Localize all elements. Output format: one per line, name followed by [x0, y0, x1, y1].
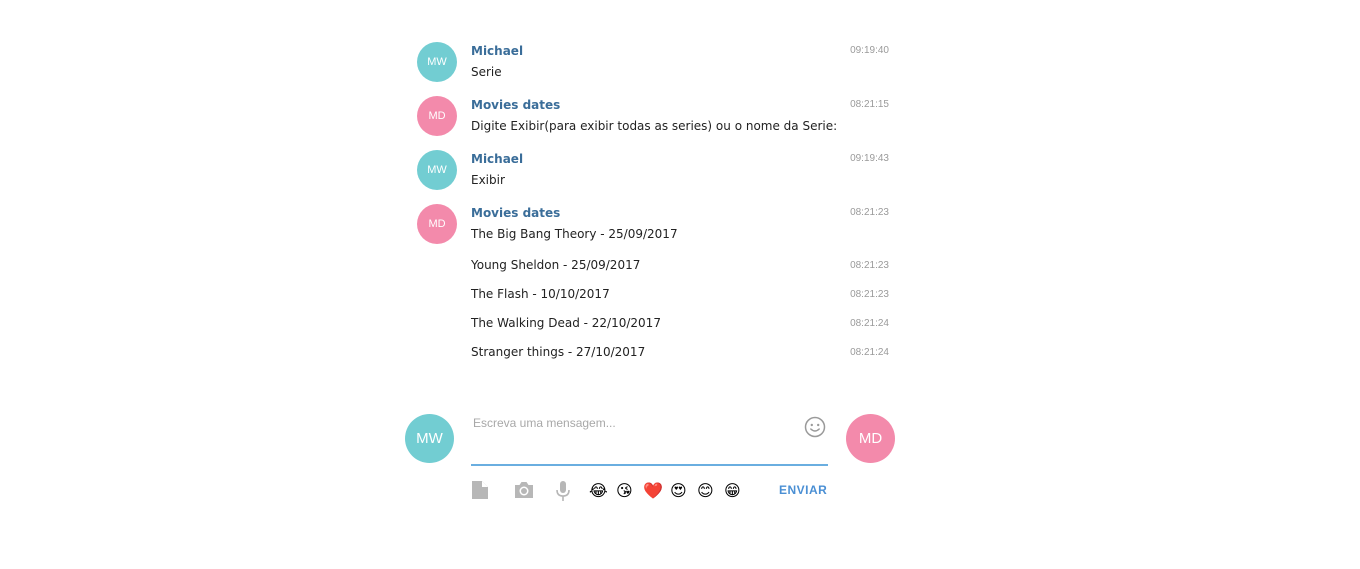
attach-file-icon[interactable] [471, 480, 489, 500]
smiley-icon[interactable] [804, 416, 826, 438]
message-time: 08:21:23 [850, 207, 889, 218]
followup-text: Young Sheldon - 25/09/2017 [471, 258, 641, 272]
message: MW Michael Exibir 09:19:43 [417, 150, 889, 190]
microphone-icon[interactable] [555, 480, 571, 502]
avatar: MD [417, 204, 457, 244]
avatar: MW [417, 150, 457, 190]
message: MD Movies dates The Big Bang Theory - 25… [417, 204, 889, 364]
user-avatar: MW [405, 414, 454, 463]
message: MD Movies dates Digite Exibir(para exibi… [417, 96, 889, 136]
message-text: Exibir [471, 173, 505, 187]
avatar: MD [417, 96, 457, 136]
camera-icon[interactable] [513, 480, 535, 500]
message-input-container [471, 404, 828, 466]
emoji-heart-eyes-icon[interactable]: 😍 [670, 481, 687, 501]
chat-window: MW Michael Serie 09:19:40 MD Movies date… [0, 0, 1360, 569]
sender-name: Michael [471, 152, 524, 166]
message-text: Digite Exibir(para exibir todas as serie… [471, 119, 838, 133]
sender-name: Movies dates [471, 206, 561, 220]
emoji-joy-icon[interactable]: 😂 [589, 481, 608, 501]
followup-time: 08:21:23 [850, 260, 889, 271]
emoji-smile-icon[interactable]: 😊 [697, 481, 714, 501]
message-input[interactable] [471, 412, 795, 460]
message-time: 09:19:40 [850, 45, 889, 56]
emoji-heart-icon[interactable]: ❤️ [643, 481, 663, 501]
followup-time: 08:21:24 [850, 318, 889, 329]
send-button[interactable]: ENVIAR [779, 483, 827, 497]
message-text: The Big Bang Theory - 25/09/2017 [471, 227, 678, 241]
composer-toolbar: 😂 😘 ❤️ 😍 😊 😁 ENVIAR [471, 478, 831, 504]
followup-time: 08:21:24 [850, 347, 889, 358]
message: MW Michael Serie 09:19:40 [417, 42, 889, 82]
emoji-grin-icon[interactable]: 😁 [724, 481, 741, 501]
followup-text: The Flash - 10/10/2017 [471, 287, 610, 301]
followup-text: Stranger things - 27/10/2017 [471, 345, 646, 359]
message-time: 08:21:15 [850, 99, 889, 110]
sender-name: Movies dates [471, 98, 561, 112]
sender-name: Michael [471, 44, 524, 58]
followup-text: The Walking Dead - 22/10/2017 [471, 316, 661, 330]
emoji-kiss-icon[interactable]: 😘 [616, 481, 633, 501]
avatar: MW [417, 42, 457, 82]
message-text: Serie [471, 65, 502, 79]
message-time: 09:19:43 [850, 153, 889, 164]
followup-time: 08:21:23 [850, 289, 889, 300]
bot-avatar: MD [846, 414, 895, 463]
